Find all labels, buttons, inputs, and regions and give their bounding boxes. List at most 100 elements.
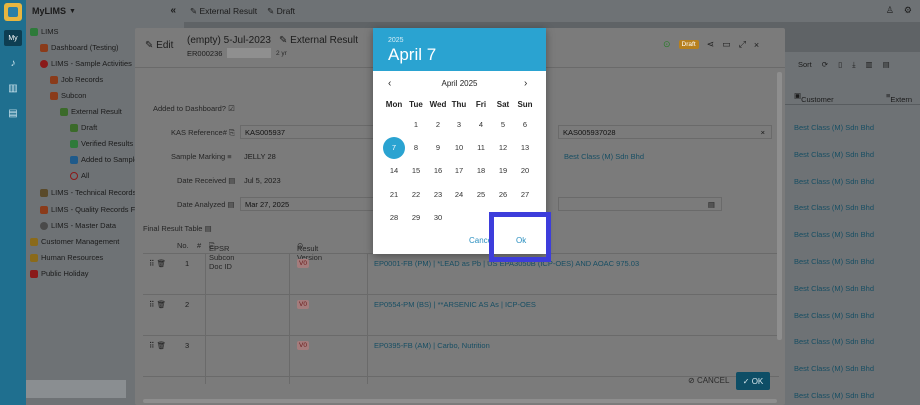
calendar-day[interactable]: 21: [383, 184, 405, 206]
collapse-sidebar-icon[interactable]: «: [170, 5, 176, 16]
chart-icon[interactable]: ▥: [7, 83, 19, 95]
sidebar-item-draft[interactable]: Draft: [70, 123, 97, 132]
calendar-day[interactable]: 3: [448, 114, 470, 136]
calendar-day[interactable]: 13: [514, 137, 536, 159]
date-field-2[interactable]: ▤: [558, 197, 722, 211]
expand-icon[interactable]: ⤢: [739, 39, 746, 50]
chevron-right-icon[interactable]: ›: [524, 78, 527, 89]
sidebar-item-added-to-sample[interactable]: Added to Sample: [70, 155, 139, 164]
list-item[interactable]: Best Class (M) Sdn Bhd: [794, 364, 874, 373]
sidebar-item-public-holiday[interactable]: Public Holiday: [30, 269, 89, 278]
col-customer[interactable]: ▣ Customer: [794, 91, 834, 104]
col-doc-id[interactable]: EPSR Subcon Doc ID ⎘: [209, 241, 234, 271]
my-workspace-button[interactable]: My: [4, 30, 22, 46]
checkbox-icon[interactable]: ☑: [228, 104, 235, 113]
list-item[interactable]: Best Class (M) Sdn Bhd: [794, 203, 874, 212]
calendar-day[interactable]: 30: [427, 207, 449, 229]
calendar-day[interactable]: 28: [383, 207, 405, 229]
download-icon[interactable]: ⤓: [852, 60, 855, 70]
calendar-day[interactable]: 19: [492, 160, 514, 182]
drag-handle-icon[interactable]: ⠿ 🗑: [149, 300, 166, 309]
clear-icon[interactable]: ×: [761, 128, 765, 137]
calendar-day[interactable]: 7: [383, 137, 405, 159]
calendar-icon[interactable]: ▤: [708, 200, 715, 209]
list-item[interactable]: Best Class (M) Sdn Bhd: [794, 391, 874, 400]
calendar-day[interactable]: 23: [427, 184, 449, 206]
sidebar-item-lims[interactable]: LIMS: [30, 27, 59, 36]
refresh-icon[interactable]: ⟳: [822, 60, 828, 70]
calendar-day[interactable]: 16: [427, 160, 449, 182]
calendar-day[interactable]: 22: [405, 184, 427, 206]
calendar-day[interactable]: 9: [427, 137, 449, 159]
calendar-day[interactable]: 17: [448, 160, 470, 182]
share-icon[interactable]: ⋖: [707, 39, 715, 50]
calendar-day[interactable]: 11: [470, 137, 492, 159]
picker-year[interactable]: 2025: [388, 37, 404, 44]
calendar-day[interactable]: 24: [448, 184, 470, 206]
app-switcher[interactable]: MyLIMS ▼ «: [26, 0, 184, 22]
dialog-cancel-button[interactable]: ⊘ CANCEL: [688, 376, 729, 385]
calendar-day[interactable]: 20: [514, 160, 536, 182]
chart-icon[interactable]: ▥: [866, 60, 873, 70]
calendar-day[interactable]: 29: [405, 207, 427, 229]
sort-button[interactable]: Sort: [798, 60, 812, 70]
table-row[interactable]: ⠿ 🗑 1 V0 EP0001-FB (PM) | *LEAD as Pb | …: [143, 255, 779, 295]
sidebar-item-master-data[interactable]: LIMS - Master Data: [40, 221, 116, 230]
kas-reference-field-2[interactable]: KAS005937028 ×: [558, 125, 772, 139]
drag-handle-icon[interactable]: ⠿ 🗑: [149, 259, 166, 268]
gear-icon[interactable]: ⚙: [904, 5, 912, 16]
calendar-day[interactable]: 10: [448, 137, 470, 159]
customer-link[interactable]: Best Class (M) Sdn Bhd: [564, 152, 644, 161]
list-item[interactable]: Best Class (M) Sdn Bhd: [794, 284, 874, 293]
close-icon[interactable]: ×: [754, 40, 759, 50]
sidebar-item-external-result[interactable]: External Result: [60, 107, 122, 116]
export-icon[interactable]: ▯: [838, 60, 842, 70]
breadcrumb-draft[interactable]: ✎ Draft: [267, 6, 295, 17]
calendar-day[interactable]: 12: [492, 137, 514, 159]
calendar-icon[interactable]: ▤: [883, 60, 890, 70]
calendar-day[interactable]: 14: [383, 160, 405, 182]
horizontal-scrollbar[interactable]: [143, 399, 777, 403]
sidebar-item-sample-activities[interactable]: LIMS - Sample Activities: [40, 59, 132, 68]
result-link[interactable]: EP0554-PM (BS) | **ARSENIC AS As | ICP-O…: [374, 300, 536, 309]
sidebar-item-dashboard[interactable]: Dashboard (Testing): [40, 43, 119, 52]
calendar-day[interactable]: 4: [470, 114, 492, 136]
list-item[interactable]: Best Class (M) Sdn Bhd: [794, 177, 874, 186]
calendar-day[interactable]: 18: [470, 160, 492, 182]
calendar-day[interactable]: 25: [470, 184, 492, 206]
vertical-scrollbar[interactable]: [777, 72, 782, 340]
list-item[interactable]: Best Class (M) Sdn Bhd: [794, 123, 874, 132]
calendar-icon[interactable]: ▤: [7, 108, 19, 120]
col-result-version[interactable]: Result Version ⊙: [297, 241, 322, 262]
calendar-day[interactable]: 15: [405, 160, 427, 182]
list-item[interactable]: Best Class (M) Sdn Bhd: [794, 230, 874, 239]
date-analyzed-field[interactable]: Mar 27, 2025: [240, 197, 374, 211]
list-item[interactable]: Best Class (M) Sdn Bhd: [794, 311, 874, 320]
calendar-day[interactable]: 27: [514, 184, 536, 206]
sidebar-item-quality-records[interactable]: LIMS - Quality Records For...: [40, 205, 148, 214]
dialog-ok-button[interactable]: ✓ OK: [736, 372, 770, 390]
col-extern[interactable]: ≡ Extern: [886, 91, 912, 104]
bell-icon[interactable]: ♪: [7, 58, 19, 70]
breadcrumb-external-result[interactable]: ✎ External Result: [190, 6, 257, 17]
sidebar-item-verified-results[interactable]: Verified Results: [70, 139, 133, 148]
calendar-day[interactable]: 26: [492, 184, 514, 206]
calendar-day[interactable]: 6: [514, 114, 536, 136]
list-item[interactable]: Best Class (M) Sdn Bhd: [794, 257, 874, 266]
col-no[interactable]: No.: [177, 241, 189, 250]
calendar-day[interactable]: 8: [405, 137, 427, 159]
calendar-day[interactable]: 5: [492, 114, 514, 136]
sidebar-item-job-records[interactable]: Job Records: [50, 75, 103, 84]
result-link[interactable]: EP0395-FB (AM) | Carbo, Nutrition: [374, 341, 490, 350]
drag-handle-icon[interactable]: ⠿ 🗑: [149, 341, 166, 350]
sidebar-item-technical-records[interactable]: LIMS - Technical Records F...: [40, 188, 148, 197]
app-logo[interactable]: [4, 3, 22, 21]
sidebar-item-all[interactable]: All: [70, 171, 89, 180]
list-item[interactable]: Best Class (M) Sdn Bhd: [794, 150, 874, 159]
list-item[interactable]: Best Class (M) Sdn Bhd: [794, 337, 874, 346]
record-type[interactable]: ✎ External Result: [279, 35, 358, 46]
comment-icon[interactable]: ▭: [722, 39, 731, 50]
calendar-day[interactable]: 2: [427, 114, 449, 136]
user-icon[interactable]: ♙: [886, 5, 894, 16]
kas-reference-field[interactable]: KAS005937: [240, 125, 374, 139]
